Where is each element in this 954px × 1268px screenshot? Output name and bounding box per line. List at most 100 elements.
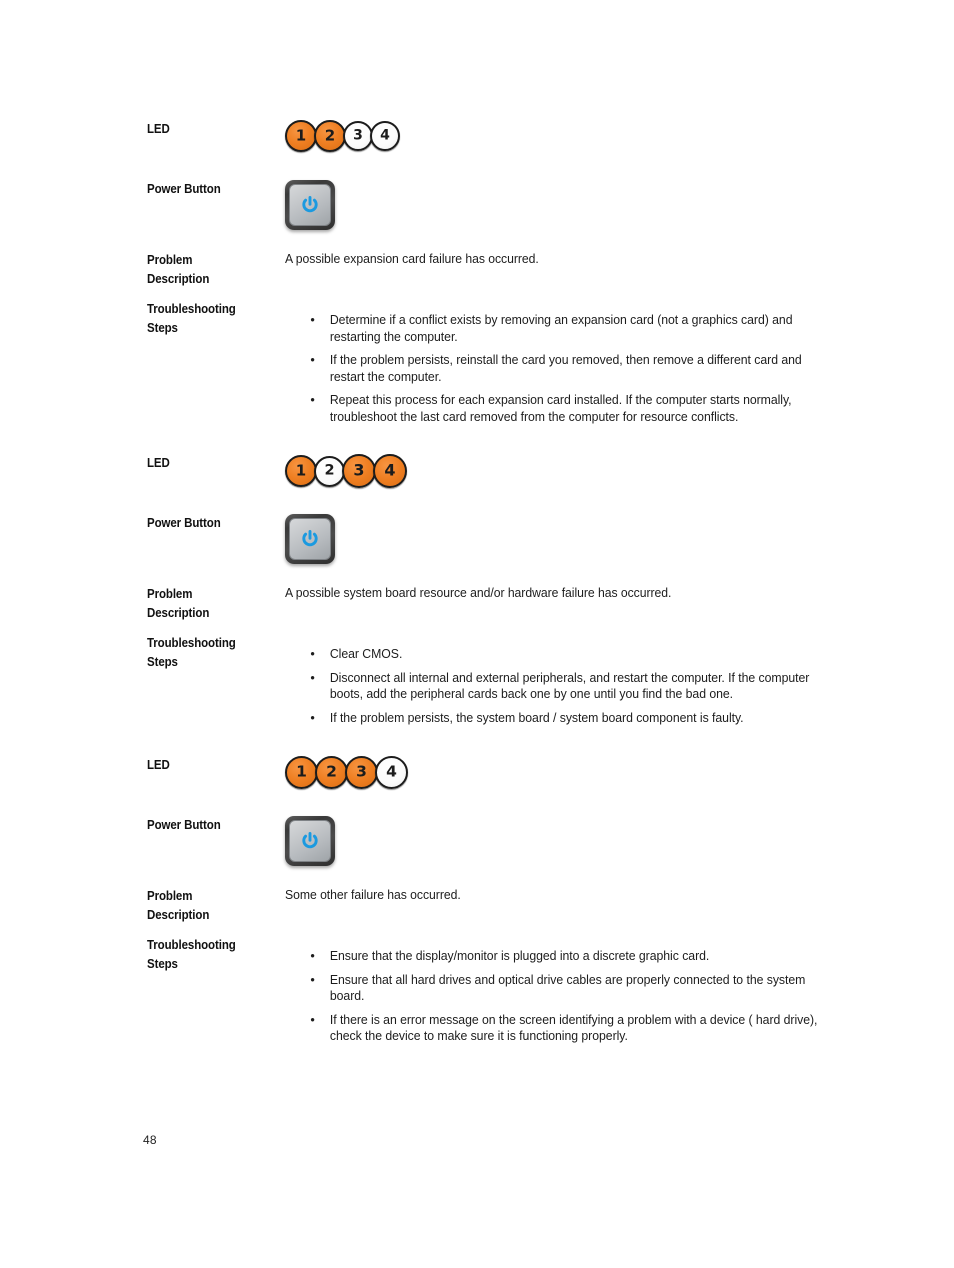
label-line: Troubleshooting [147, 636, 236, 650]
power-button-icon [285, 514, 335, 564]
list-item: • Ensure that the display/monitor is plug… [285, 948, 831, 965]
problem-description-label-3: Problem Description [147, 887, 267, 925]
label-line: Steps [147, 655, 178, 669]
label-line: Description [147, 908, 210, 922]
diagnostic-led-strip-3: 1 2 3 4 [285, 756, 845, 789]
document-page: LED 1 2 3 4 Power Button Problem Descrip… [0, 0, 954, 1268]
bullet-icon: • [310, 392, 315, 407]
troubleshooting-body-1: • Determine if a conflict exists by remov… [285, 312, 845, 425]
step-text: If the problem persists, the system boar… [329, 710, 744, 725]
bullet-icon: • [310, 948, 315, 963]
led-strip-1: 1 2 3 4 [285, 120, 845, 152]
list-item: • Determine if a conflict exists by remov… [285, 312, 831, 345]
led-indicator-1-1: 1 [285, 120, 317, 152]
step-text: Disconnect all internal and external per… [329, 670, 810, 702]
led-label-2: LED [147, 456, 170, 470]
problem-description-text: Some other failure has occurred. [285, 888, 461, 902]
problem-description-body-3: Some other failure has occurred. [285, 887, 845, 904]
list-item: • Repeat this process for each expansion … [285, 392, 831, 425]
led-number: 2 [326, 762, 337, 781]
led-label-3: LED [147, 758, 170, 772]
page-number: 48 [143, 1133, 157, 1147]
led-number: 1 [296, 762, 307, 781]
problem-description-label-2: Problem Description [147, 585, 267, 623]
led-number: 1 [295, 461, 307, 479]
led-indicator-1-2: 2 [314, 120, 346, 152]
label-line: Steps [147, 957, 178, 971]
diagnostic-led-strip-2: 1 2 3 4 [285, 454, 845, 488]
label-line: Problem [147, 889, 193, 903]
bullet-icon: • [310, 669, 315, 685]
label-line: Description [147, 272, 210, 286]
power-button-graphic-3 [285, 816, 845, 866]
troubleshooting-label-1: Troubleshooting Steps [147, 300, 267, 338]
problem-description-body-1: A possible expansion card failure has oc… [285, 251, 845, 268]
step-text: Ensure that all hard drives and optical … [329, 972, 806, 1004]
led-number: 2 [324, 462, 335, 479]
bullet-icon: • [310, 971, 315, 987]
power-button-label-1: Power Button [147, 182, 221, 196]
power-symbol-icon [302, 529, 318, 547]
power-button-graphic-1 [285, 180, 845, 230]
problem-description-body-2: A possible system board resource and/or … [285, 585, 845, 602]
bullet-icon: • [310, 709, 315, 725]
power-button-label-2: Power Button [147, 516, 221, 530]
step-text: Repeat this process for each expansion c… [329, 393, 792, 424]
power-button-icon [285, 180, 335, 230]
led-indicator-3-1: 1 [285, 756, 318, 789]
list-item: • Disconnect all internal and external pe… [285, 670, 831, 703]
power-button-face [289, 184, 331, 226]
list-item: • Clear CMOS. [285, 646, 831, 663]
label-line: Description [147, 606, 210, 620]
power-symbol-icon [302, 195, 318, 213]
led-number: 4 [386, 762, 397, 781]
label-line: Troubleshooting [147, 938, 236, 952]
power-button-icon [285, 816, 335, 866]
bullet-icon: • [310, 1011, 315, 1027]
led-label-1: LED [147, 122, 170, 136]
led-number: 3 [353, 460, 365, 480]
power-symbol-icon [302, 831, 318, 849]
led-indicator-3-2: 2 [315, 756, 348, 789]
troubleshooting-step-list-3: • Ensure that the display/monitor is plug… [285, 948, 845, 1045]
led-number: 2 [324, 126, 336, 144]
bullet-icon: • [310, 352, 315, 367]
troubleshooting-label-3: Troubleshooting Steps [147, 936, 267, 974]
step-text: Clear CMOS. [329, 647, 403, 661]
step-text: If the problem persists, reinstall the c… [329, 353, 802, 384]
troubleshooting-body-3: • Ensure that the display/monitor is plug… [285, 948, 845, 1045]
label-line: Problem [147, 253, 193, 267]
bullet-icon: • [310, 646, 315, 661]
led-number: 1 [295, 126, 307, 144]
label-line: Troubleshooting [147, 302, 236, 316]
led-indicator-1-4: 4 [370, 121, 400, 151]
list-item: • If the problem persists, reinstall the … [285, 352, 831, 385]
led-number: 4 [380, 127, 390, 144]
problem-description-text: A possible expansion card failure has oc… [285, 252, 539, 266]
list-item: • If the problem persists, the system boa… [285, 710, 831, 727]
troubleshooting-body-2: • Clear CMOS. • Disconnect all internal an… [285, 646, 845, 726]
led-indicator-3-3: 3 [345, 756, 378, 789]
problem-description-text: A possible system board resource and/or … [285, 586, 672, 600]
led-strip-3: 1 2 3 4 [285, 756, 845, 789]
led-strip-2: 1 2 3 4 [285, 454, 845, 488]
step-text: If there is an error message on the scre… [329, 1012, 818, 1044]
list-item: • If there is an error message on the scr… [285, 1012, 831, 1045]
led-indicator-2-1: 1 [285, 455, 317, 487]
bullet-icon: • [310, 312, 315, 327]
label-line: Steps [147, 321, 178, 335]
step-text: Determine if a conflict exists by removi… [329, 313, 793, 344]
troubleshooting-label-2: Troubleshooting Steps [147, 634, 267, 672]
led-number: 3 [356, 762, 367, 781]
led-number: 4 [384, 460, 396, 480]
power-button-graphic-2 [285, 514, 845, 564]
led-number: 3 [353, 127, 363, 144]
led-indicator-2-3: 3 [342, 454, 376, 488]
power-button-label-3: Power Button [147, 818, 221, 832]
step-text: Ensure that the display/monitor is plugg… [329, 949, 710, 963]
diagnostic-led-strip-1: 1 2 3 4 [285, 120, 845, 152]
led-indicator-2-4: 4 [373, 454, 407, 488]
troubleshooting-step-list-1: • Determine if a conflict exists by remov… [285, 312, 845, 425]
led-indicator-2-2: 2 [314, 455, 345, 487]
power-button-face [289, 518, 331, 560]
